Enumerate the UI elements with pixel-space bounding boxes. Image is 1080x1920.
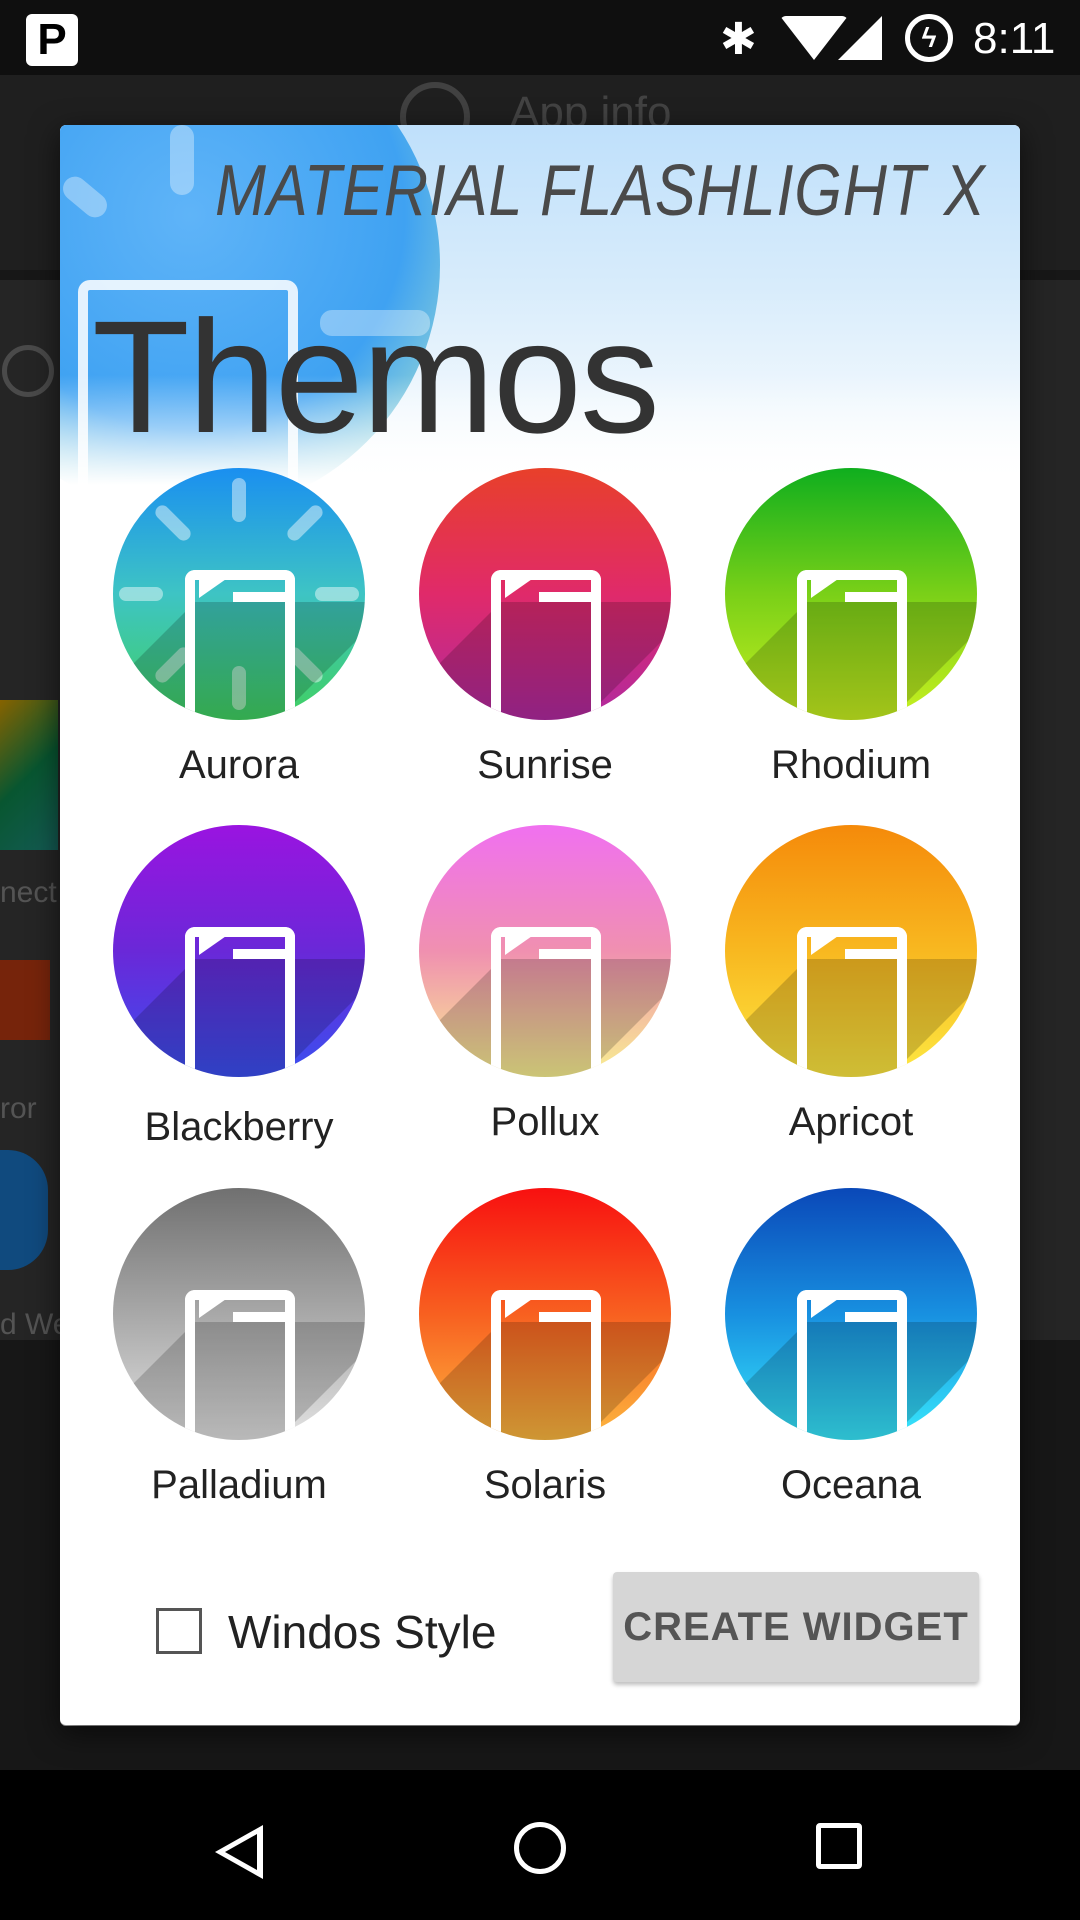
dialog-title: Themos xyxy=(92,287,660,466)
status-bar: P ✱ ϟ 8:11 xyxy=(0,0,1080,75)
device-bar xyxy=(233,1312,295,1322)
app-name: MATERIAL FLASHLIGHT X xyxy=(215,151,986,231)
theme-apricot[interactable]: Apricot xyxy=(672,825,978,1155)
theme-pollux[interactable]: Pollux xyxy=(366,825,672,1155)
theme-apricot-icon xyxy=(725,825,977,1077)
battery-charging-icon: ϟ xyxy=(905,14,953,62)
theme-label: Solaris xyxy=(483,1463,607,1507)
windos-style-label[interactable]: Windos Style xyxy=(228,1605,496,1659)
device-bar xyxy=(845,949,907,959)
theme-palladium[interactable]: Palladium xyxy=(60,1188,366,1518)
theme-oceana-icon xyxy=(725,1188,977,1440)
theme-blackberry-icon xyxy=(113,825,365,1077)
theme-blackberry[interactable]: Blackberry xyxy=(60,825,366,1155)
device-bar xyxy=(845,592,907,602)
windos-style-checkbox[interactable] xyxy=(156,1608,202,1654)
theme-label: Apricot xyxy=(788,1100,914,1144)
back-icon-inner xyxy=(225,1834,257,1870)
theme-label: Pollux xyxy=(490,1100,600,1144)
theme-rhodium-icon xyxy=(725,468,977,720)
device-bar xyxy=(233,949,295,959)
theme-sunrise-icon xyxy=(419,468,671,720)
home-icon[interactable] xyxy=(514,1822,566,1874)
device-bar xyxy=(845,1312,907,1322)
parking-icon: P xyxy=(26,14,78,66)
light-ray xyxy=(119,587,163,601)
theme-dialog: MATERIAL FLASHLIGHT X Themos Aurora Sunr… xyxy=(60,125,1020,1725)
theme-solaris[interactable]: Solaris xyxy=(366,1188,672,1518)
header-light-ray xyxy=(170,125,194,195)
theme-sunrise[interactable]: Sunrise xyxy=(366,468,672,798)
theme-label: Palladium xyxy=(151,1463,327,1507)
light-ray xyxy=(152,502,194,544)
theme-label: Aurora xyxy=(178,743,300,787)
light-ray xyxy=(284,502,326,544)
device-bar xyxy=(539,949,601,959)
theme-pollux-icon xyxy=(419,825,671,1077)
theme-aurora[interactable]: Aurora xyxy=(60,468,366,798)
theme-label: Rhodium xyxy=(770,743,932,787)
signal-icon xyxy=(838,16,882,60)
theme-label: Blackberry xyxy=(144,1105,334,1149)
device-bar xyxy=(233,592,295,602)
light-ray xyxy=(315,587,359,601)
light-ray xyxy=(232,478,246,522)
device-bar xyxy=(539,592,601,602)
bluetooth-icon: ✱ xyxy=(720,15,757,64)
theme-rhodium[interactable]: Rhodium xyxy=(672,468,978,798)
device-bar xyxy=(539,1312,601,1322)
dialog-header: MATERIAL FLASHLIGHT X Themos xyxy=(60,125,1020,485)
theme-oceana[interactable]: Oceana xyxy=(672,1188,978,1518)
theme-label: Sunrise xyxy=(477,743,613,787)
status-clock: 8:11 xyxy=(973,14,1056,63)
theme-aurora-icon xyxy=(113,468,365,720)
theme-solaris-icon xyxy=(419,1188,671,1440)
theme-palladium-icon xyxy=(113,1188,365,1440)
create-widget-button[interactable]: CREATE WIDGET xyxy=(613,1572,979,1682)
recents-icon[interactable] xyxy=(816,1823,862,1869)
theme-label: Oceana xyxy=(780,1463,922,1507)
